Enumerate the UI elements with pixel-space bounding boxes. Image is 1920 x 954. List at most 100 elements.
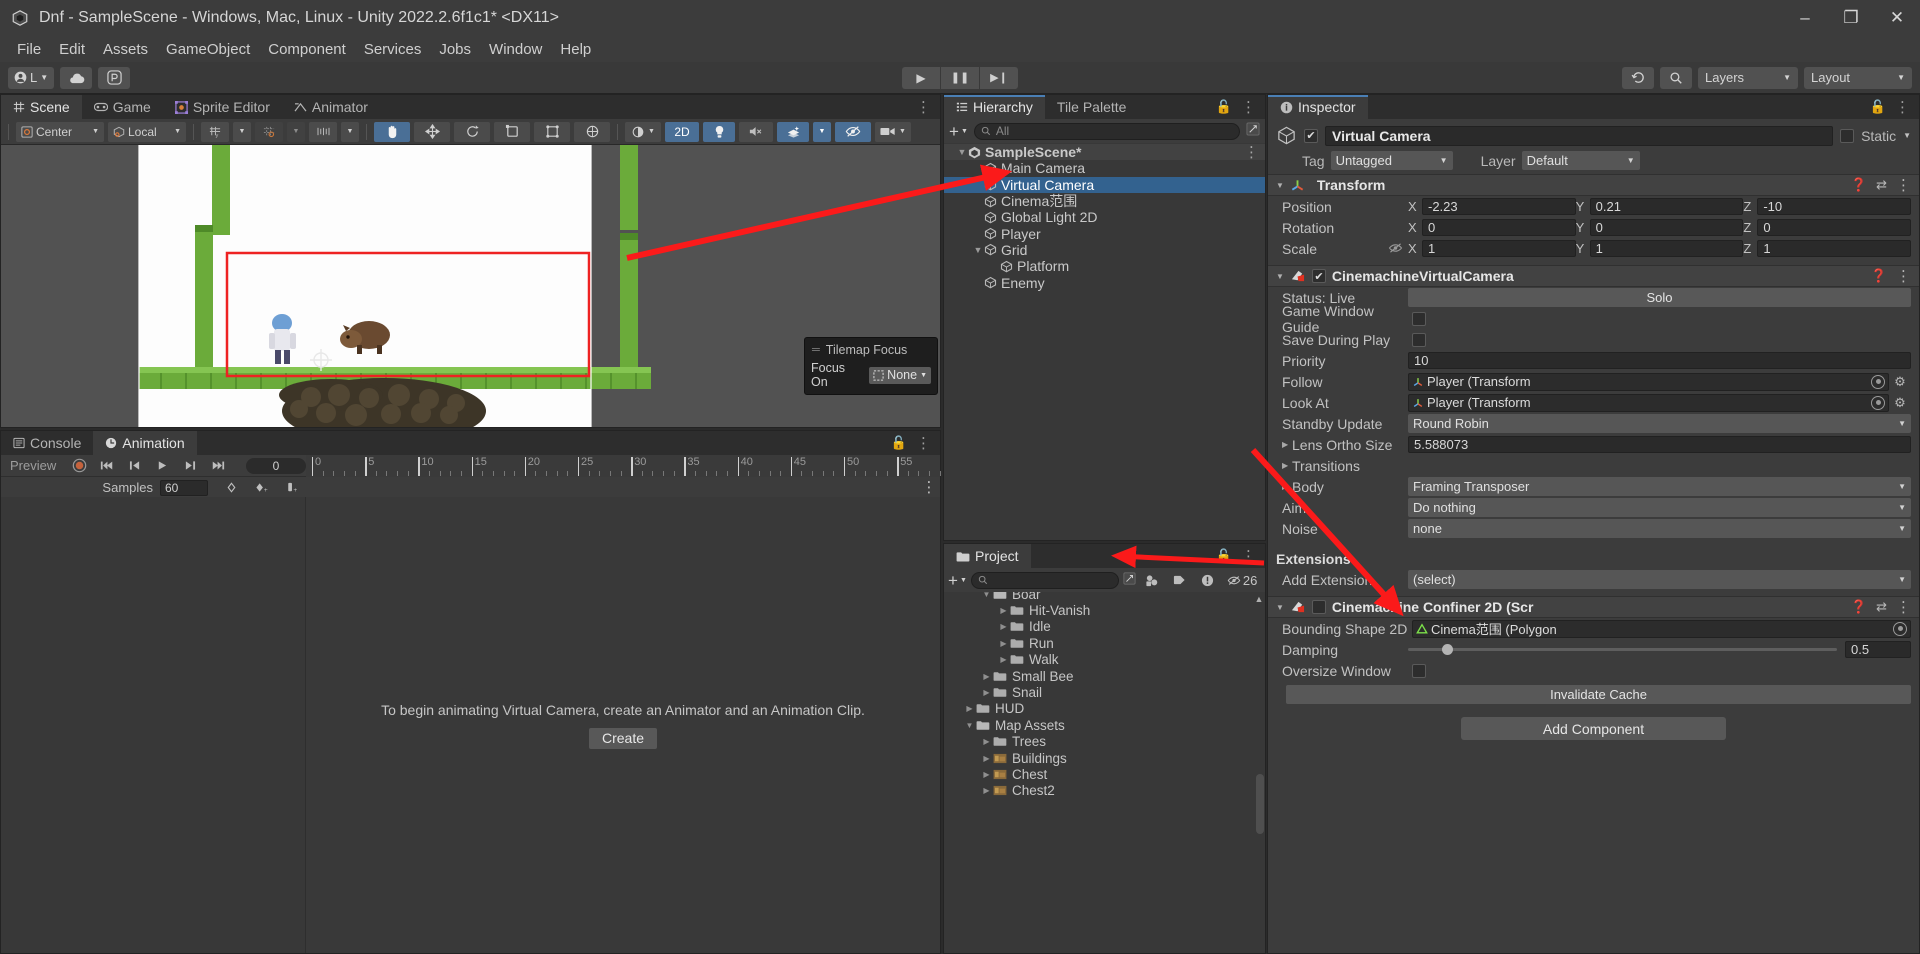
vcam-component-header[interactable]: ▼ ✔ CinemachineVirtualCamera ❓ ⋮: [1268, 265, 1919, 287]
scale-x-input[interactable]: 1: [1422, 240, 1576, 257]
current-frame-input[interactable]: 0: [245, 457, 306, 474]
focus-on-dropdown[interactable]: None ▼: [869, 366, 931, 384]
scale-y-input[interactable]: 1: [1589, 240, 1744, 257]
scale-z-input[interactable]: 1: [1757, 240, 1912, 257]
expand-triangle-icon[interactable]: ▶: [997, 622, 1010, 631]
tab-console[interactable]: Console: [1, 431, 94, 455]
expand-triangle-icon[interactable]: ▶: [997, 639, 1010, 648]
project-item-chest2[interactable]: ▶ Chest2: [944, 783, 1265, 799]
preset-icon[interactable]: ⇄: [1876, 599, 1887, 615]
hierarchy-item-global-light-2d[interactable]: Global Light 2D: [944, 209, 1265, 225]
follow-object-field[interactable]: Player (Transform: [1408, 372, 1889, 391]
create-animation-button[interactable]: Create: [589, 727, 657, 749]
menu-gameobject[interactable]: GameObject: [157, 38, 259, 61]
snap-grid-dropdown[interactable]: ▼: [287, 121, 305, 142]
vcam-kebab[interactable]: ⋮: [1896, 269, 1911, 284]
noise-dropdown[interactable]: none ▼: [1408, 519, 1911, 538]
menu-assets[interactable]: Assets: [94, 38, 157, 61]
confiner-component-header[interactable]: ▼ Cinemachine Confiner 2D (Scr ❓ ⇄ ⋮: [1268, 596, 1919, 618]
undo-history-button[interactable]: [1622, 66, 1654, 89]
play-animation-button[interactable]: [149, 455, 177, 477]
lens-ortho-input[interactable]: 5.588073: [1408, 436, 1911, 453]
gear-icon[interactable]: ⚙: [1889, 395, 1911, 411]
expand-triangle-icon[interactable]: ▼: [963, 721, 976, 730]
camera-settings-button[interactable]: ▼: [875, 121, 911, 142]
snap-grid-button[interactable]: [255, 121, 283, 142]
project-search-input[interactable]: [970, 571, 1119, 589]
hierarchy-item-virtual-camera[interactable]: Virtual Camera: [944, 176, 1265, 193]
menu-help[interactable]: Help: [551, 38, 600, 61]
hierarchy-item-player[interactable]: Player: [944, 225, 1265, 242]
tab-scene[interactable]: Scene: [1, 95, 82, 119]
gameobject-name-input[interactable]: Virtual Camera: [1325, 125, 1834, 146]
scroll-up-arrow[interactable]: ▲: [1254, 594, 1264, 606]
previous-frame-button[interactable]: [121, 455, 149, 477]
step-button[interactable]: ▶❙: [980, 66, 1018, 89]
filter-warnings-button[interactable]: [1196, 571, 1220, 589]
gear-icon[interactable]: ⚙: [1889, 374, 1911, 390]
search-button[interactable]: [1660, 66, 1692, 89]
menu-window[interactable]: Window: [480, 38, 551, 61]
menu-component[interactable]: Component: [259, 38, 355, 61]
tab-game[interactable]: Game: [81, 95, 163, 119]
plastic-scm-button[interactable]: [98, 66, 131, 89]
audio-toggle-button[interactable]: [739, 121, 773, 142]
scale-tool-button[interactable]: [494, 121, 530, 142]
transform-tool-button[interactable]: [574, 121, 610, 142]
rotate-tool-button[interactable]: [454, 121, 490, 142]
standby-update-dropdown[interactable]: Round Robin ▼: [1408, 414, 1911, 433]
next-frame-button[interactable]: [176, 455, 204, 477]
chevron-down-icon[interactable]: ▼: [1903, 131, 1911, 140]
gameobject-enabled-checkbox[interactable]: ✔: [1304, 128, 1318, 143]
samples-input[interactable]: 60: [160, 479, 208, 496]
drag-handle-icon[interactable]: ═: [812, 344, 820, 356]
expand-triangle-icon[interactable]: ▼: [972, 245, 984, 255]
chevron-down-icon[interactable]: ▼: [1276, 181, 1284, 190]
tab-hierarchy[interactable]: Hierarchy: [944, 95, 1045, 119]
add-event-button[interactable]: +: [276, 477, 306, 499]
handle-space-dropdown[interactable]: Local ▼: [108, 121, 186, 142]
timeline-options-kebab[interactable]: ⋮: [918, 480, 940, 495]
hierarchy-item-samplescene[interactable]: ▼ SampleScene* ⋮: [944, 144, 1265, 161]
vcam-enabled-checkbox[interactable]: ✔: [1311, 269, 1326, 283]
scene-options-kebab[interactable]: ⋮: [916, 100, 931, 115]
expand-triangle-icon[interactable]: ▶: [980, 672, 993, 681]
position-y-input[interactable]: 0.21: [1589, 198, 1744, 215]
hierarchy-item-platform[interactable]: Platform: [944, 258, 1265, 274]
project-item-trees[interactable]: ▶ Trees: [944, 734, 1265, 750]
expand-triangle-icon[interactable]: ▼: [956, 147, 968, 157]
grid-size-button[interactable]: [309, 121, 337, 142]
cloud-button[interactable]: [60, 66, 93, 89]
expand-triangle-icon[interactable]: ▶: [997, 606, 1010, 615]
lighting-toggle-button[interactable]: [703, 121, 735, 142]
damping-input[interactable]: 0.5: [1845, 641, 1911, 658]
project-options-kebab[interactable]: ⋮: [1241, 549, 1256, 564]
account-button[interactable]: L ▼: [8, 66, 55, 89]
hierarchy-tree[interactable]: ▼ SampleScene* ⋮ Main Camera Virtual Camera C…: [944, 143, 1265, 291]
expand-triangle-icon[interactable]: ▶: [980, 754, 993, 763]
lock-icon[interactable]: 🔓: [1216, 548, 1232, 564]
expand-triangle-icon[interactable]: ▼: [980, 592, 993, 599]
hierarchy-add-button[interactable]: + ▼: [949, 123, 968, 140]
grid-axis-dropdown[interactable]: ▼: [233, 121, 251, 142]
menu-services[interactable]: Services: [355, 38, 431, 61]
damping-slider-knob[interactable]: [1442, 644, 1454, 655]
tab-animation[interactable]: Animation: [93, 431, 197, 455]
save-during-play-checkbox[interactable]: [1412, 332, 1426, 347]
project-item-walk[interactable]: ▶ Walk: [944, 652, 1265, 668]
expand-triangle-icon[interactable]: ▶: [997, 655, 1010, 664]
chevron-right-icon[interactable]: ▶: [1282, 440, 1292, 449]
transitions-row[interactable]: ▶ Transitions: [1268, 455, 1919, 476]
invalidate-cache-button[interactable]: Invalidate Cache: [1286, 684, 1911, 704]
pivot-mode-dropdown[interactable]: Center ▼: [16, 121, 104, 142]
expand-triangle-icon[interactable]: ▶: [980, 770, 993, 779]
record-button[interactable]: [65, 455, 93, 477]
expand-triangle-icon[interactable]: ▶: [980, 688, 993, 697]
pause-button[interactable]: ❚❚: [941, 66, 979, 89]
position-x-input[interactable]: -2.23: [1422, 198, 1576, 215]
add-extension-dropdown[interactable]: (select) ▼: [1408, 570, 1911, 589]
project-item-snail[interactable]: ▶ Snail: [944, 684, 1265, 700]
tab-animator[interactable]: Animator: [281, 95, 380, 119]
project-item-chest[interactable]: ▶ Chest: [944, 766, 1265, 782]
chevron-down-icon[interactable]: ▼: [1276, 272, 1284, 281]
